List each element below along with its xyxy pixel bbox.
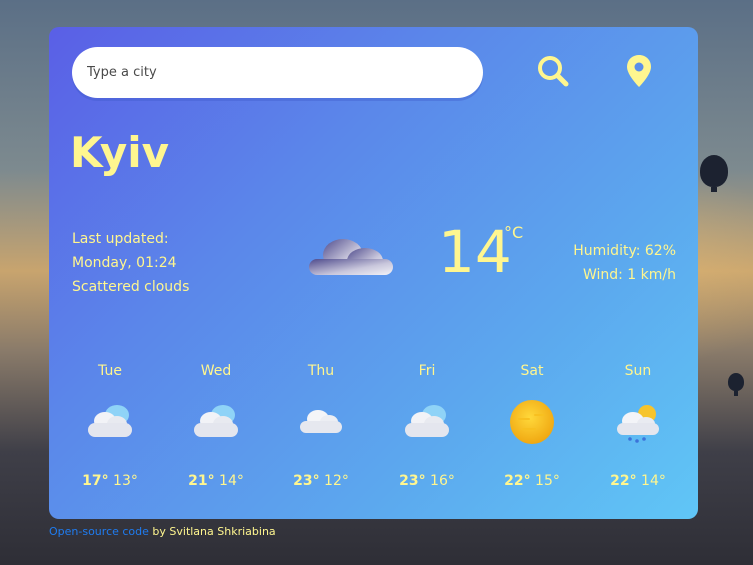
forecast-temps: 22° 15° bbox=[487, 473, 577, 489]
weather-card: Kyiv Last updated: Monday, 01:24 Scatter… bbox=[49, 27, 698, 519]
forecast-high: 22° bbox=[610, 473, 637, 489]
last-updated-value: Monday, 01:24 bbox=[72, 255, 177, 271]
forecast-high: 21° bbox=[188, 473, 215, 489]
forecast-day-name: Thu bbox=[307, 363, 335, 379]
weather-description: Scattered clouds bbox=[72, 279, 190, 295]
forecast-temps: 21° 14° bbox=[171, 473, 261, 489]
forecast-high: 23° bbox=[293, 473, 320, 489]
partly-cloudy-icon bbox=[88, 405, 132, 437]
location-pin-icon bbox=[627, 55, 651, 87]
forecast-low: 13° bbox=[113, 473, 138, 489]
forecast-day: Thu 23° 12° bbox=[276, 363, 366, 503]
partly-cloudy-icon bbox=[405, 405, 449, 437]
forecast-temps: 23° 16° bbox=[382, 473, 472, 489]
source-code-link[interactable]: Open-source code bbox=[49, 525, 149, 538]
forecast-day: Wed 21° 14° bbox=[171, 363, 261, 503]
footer-credit: Open-source code by Svitlana Shkriabina bbox=[49, 525, 276, 538]
partly-cloudy-icon bbox=[194, 405, 238, 437]
cloud-icon bbox=[309, 239, 393, 275]
humidity: Humidity: 62% bbox=[573, 243, 676, 259]
forecast-day: Fri 23° 16° bbox=[382, 363, 472, 503]
sun-rain-cloud-icon bbox=[617, 405, 659, 443]
forecast-day-name: Wed bbox=[200, 363, 232, 379]
forecast-temps: 22° 14° bbox=[593, 473, 683, 489]
forecast-day: Tue 17° 13° bbox=[65, 363, 155, 503]
forecast-high: 17° bbox=[82, 473, 109, 489]
forecast-low: 14° bbox=[219, 473, 244, 489]
last-updated-label: Last updated: bbox=[72, 231, 169, 247]
forecast-day: Sun 22° 14° bbox=[593, 363, 683, 503]
search-button[interactable] bbox=[533, 51, 573, 91]
forecast-temps: 23° 12° bbox=[276, 473, 366, 489]
forecast-temps: 17° 13° bbox=[65, 473, 155, 489]
forecast-low: 16° bbox=[430, 473, 455, 489]
search-icon bbox=[538, 56, 569, 87]
forecast-day: Sat 22° 15° bbox=[487, 363, 577, 503]
wind-speed: Wind: 1 km/h bbox=[582, 267, 676, 283]
forecast-day-name: Sat bbox=[520, 363, 544, 379]
hot-air-balloon bbox=[700, 155, 728, 192]
forecast-day-name: Fri bbox=[418, 363, 436, 379]
forecast-low: 14° bbox=[641, 473, 666, 489]
forecast-high: 23° bbox=[399, 473, 426, 489]
forecast-low: 12° bbox=[324, 473, 349, 489]
current-temperature: 14 bbox=[438, 218, 512, 286]
current-location-button[interactable] bbox=[619, 51, 659, 91]
forecast-day-name: Sun bbox=[624, 363, 652, 379]
sun-icon bbox=[510, 400, 554, 444]
forecast-high: 22° bbox=[504, 473, 531, 489]
forecast-day-name: Tue bbox=[98, 363, 122, 379]
cloud-icon bbox=[300, 410, 342, 433]
hot-air-balloon-small bbox=[728, 373, 744, 396]
author-credit: by Svitlana Shkriabina bbox=[148, 525, 276, 538]
city-name: Kyiv bbox=[70, 128, 170, 177]
temperature-unit-toggle[interactable]: °C bbox=[504, 223, 523, 242]
city-search-input[interactable] bbox=[72, 47, 483, 98]
forecast-low: 15° bbox=[535, 473, 560, 489]
